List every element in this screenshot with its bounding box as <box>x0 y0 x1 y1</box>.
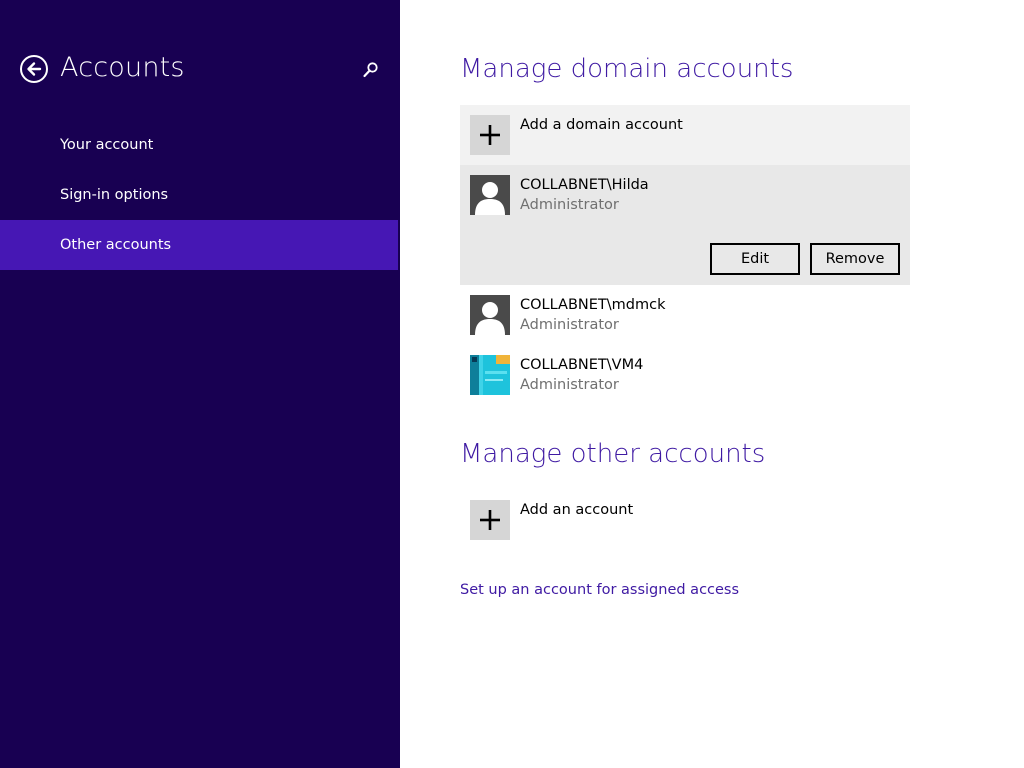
account-role: Administrator <box>520 377 619 393</box>
sidebar-item-your-account[interactable]: Your account <box>0 120 398 170</box>
page-title: Accounts <box>60 52 185 83</box>
add-tile <box>470 115 510 155</box>
account-name: COLLABNET\Hilda <box>520 177 649 193</box>
add-account-label: Add an account <box>520 502 634 518</box>
assigned-access-link[interactable]: Set up an account for assigned access <box>460 582 739 598</box>
sidebar-item-label: Your account <box>60 137 154 153</box>
plus-icon <box>480 125 500 145</box>
main-content: Manage domain accounts Add a domain acco… <box>400 0 1024 768</box>
account-role: Administrator <box>520 197 619 213</box>
remove-button[interactable]: Remove <box>810 243 900 275</box>
add-domain-account-label: Add a domain account <box>520 117 683 133</box>
sidebar-item-label: Sign-in options <box>60 187 169 203</box>
back-button[interactable] <box>20 55 48 83</box>
user-picture-image <box>470 355 510 395</box>
search-button[interactable] <box>362 61 380 79</box>
other-accounts-heading: Manage other accounts <box>460 439 766 469</box>
add-domain-account-button[interactable]: Add a domain account <box>460 105 910 165</box>
sidebar-item-sign-in-options[interactable]: Sign-in options <box>0 170 398 220</box>
add-tile <box>470 500 510 540</box>
account-role: Administrator <box>520 317 619 333</box>
add-account-button[interactable]: Add an account <box>460 490 910 550</box>
sidebar: Accounts Your account Sign-in options Ot… <box>0 0 400 768</box>
domain-accounts-heading: Manage domain accounts <box>460 54 794 84</box>
back-arrow-icon <box>27 62 42 76</box>
sidebar-item-other-accounts[interactable]: Other accounts <box>0 220 398 270</box>
plus-icon <box>480 510 500 530</box>
search-icon <box>363 62 378 78</box>
user-silhouette-icon <box>470 295 510 335</box>
account-item-vm4[interactable]: COLLABNET\VM4 Administrator <box>460 345 910 405</box>
account-item-hilda[interactable]: COLLABNET\Hilda Administrator Edit Remov… <box>460 165 910 285</box>
user-silhouette-icon <box>470 175 510 215</box>
sidebar-item-label: Other accounts <box>60 237 172 253</box>
account-name: COLLABNET\mdmck <box>520 297 666 313</box>
edit-button[interactable]: Edit <box>710 243 800 275</box>
account-item-mdmck[interactable]: COLLABNET\mdmck Administrator <box>460 285 910 345</box>
account-name: COLLABNET\VM4 <box>520 357 644 373</box>
